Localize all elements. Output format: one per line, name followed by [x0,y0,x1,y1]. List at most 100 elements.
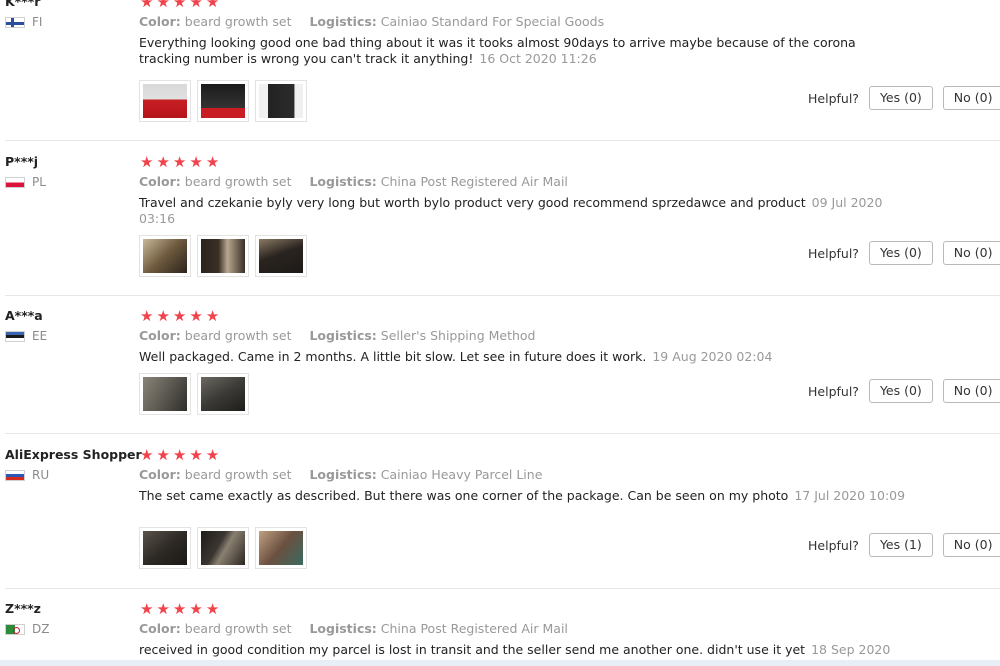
order-meta: Color: beard growth set Logistics: China… [139,621,568,636]
photo-image [201,84,245,118]
logistics-label: Logistics: [309,14,377,29]
star-icon: ★ [156,446,170,464]
review-photo-thumbnail[interactable] [197,235,249,277]
helpful-label: Helpful? [808,383,859,399]
review-photo-thumbnail[interactable] [255,235,307,277]
order-meta: Color: beard growth set Logistics: Caini… [139,467,542,482]
review-text: Well packaged. Came in 2 months. A littl… [139,349,647,364]
star-icon: ★ [156,307,170,325]
logistics-label: Logistics: [309,621,377,636]
reviewer-country: PL [5,175,46,189]
star-icon: ★ [189,307,203,325]
review-item: A***a EE ★ ★ ★ ★ ★ Color: beard growth s… [0,308,1000,434]
star-icon: ★ [205,446,220,464]
color-label: Color: [139,14,181,29]
star-icon: ★ [156,153,170,171]
helpful-section: Helpful? Yes (0) No (0) [808,241,1000,265]
review-photos [139,80,307,122]
star-icon: ★ [189,446,203,464]
star-icon: ★ [140,446,154,464]
color-value: beard growth set [184,328,292,343]
review-photos [139,527,307,569]
review-text: received in good condition my parcel is … [139,642,806,657]
helpful-yes-button[interactable]: Yes (0) [868,86,933,110]
review-photos [139,235,307,277]
photo-image [259,239,303,273]
helpful-no-button[interactable]: No (0) [942,241,1000,265]
review-photo-thumbnail[interactable] [197,80,249,122]
review-photo-thumbnail[interactable] [197,527,249,569]
star-icon: ★ [172,153,187,171]
flag-russia-icon [5,469,25,481]
star-rating: ★ ★ ★ ★ ★ [140,154,219,170]
helpful-yes-button[interactable]: Yes (1) [868,533,933,557]
helpful-no-button[interactable]: No (0) [942,533,1000,557]
logistics-value: Cainiao Heavy Parcel Line [380,467,543,482]
star-icon: ★ [140,600,154,618]
helpful-yes-button[interactable]: Yes (0) [868,241,933,265]
star-rating: ★ ★ ★ ★ ★ [140,0,219,10]
flag-poland-icon [5,176,25,188]
review-divider [5,433,1000,434]
reviewer-country: FI [5,15,42,29]
color-value: beard growth set [184,14,292,29]
review-text: The set came exactly as described. But t… [139,488,789,503]
flag-finland-icon [5,16,25,28]
photo-image [143,84,187,118]
logistics-value: Seller's Shipping Method [380,328,536,343]
review-photo-thumbnail[interactable] [139,373,191,415]
star-icon: ★ [205,307,220,325]
helpful-no-button[interactable]: No (0) [942,379,1000,403]
helpful-section: Helpful? Yes (1) No (0) [808,533,1000,557]
review-photo-thumbnail[interactable] [197,373,249,415]
star-icon: ★ [172,0,187,11]
review-photo-thumbnail[interactable] [139,80,191,122]
color-label: Color: [139,467,181,482]
order-meta: Color: beard growth set Logistics: China… [139,174,568,189]
flag-estonia-icon [5,330,25,342]
review-divider [5,588,1000,589]
color-value: beard growth set [184,467,292,482]
reviewer-name: P***j [5,154,39,169]
star-icon: ★ [172,307,187,325]
star-icon: ★ [156,0,170,11]
helpful-label: Helpful? [808,245,859,261]
reviewer-country: RU [5,468,49,482]
star-icon: ★ [172,446,187,464]
review-photo-thumbnail[interactable] [255,527,307,569]
reviewer-name: AliExpress Shopper [5,447,142,462]
review-content: received in good condition my parcel is … [139,642,909,658]
country-code: RU [32,468,50,482]
helpful-no-button[interactable]: No (0) [942,86,1000,110]
star-rating: ★ ★ ★ ★ ★ [140,308,219,324]
review-photo-thumbnail[interactable] [139,235,191,277]
review-content: The set came exactly as described. But t… [139,488,909,504]
star-rating: ★ ★ ★ ★ ★ [140,447,219,463]
star-icon: ★ [205,0,220,11]
review-item: Z***z DZ ★ ★ ★ ★ ★ Color: beard growth s… [0,601,1000,666]
logistics-value: Cainiao Standard For Special Goods [380,14,605,29]
logistics-value: China Post Registered Air Mail [380,621,568,636]
country-code: PL [32,175,46,189]
star-icon: ★ [172,600,187,618]
photo-image [143,377,187,411]
logistics-label: Logistics: [309,328,377,343]
country-code: EE [32,329,48,343]
review-photo-thumbnail[interactable] [255,80,307,122]
order-meta: Color: beard growth set Logistics: Selle… [139,328,536,343]
review-date: 19 Aug 2020 02:04 [652,349,773,364]
photo-image [143,531,187,565]
reviewer-country: DZ [5,622,49,636]
helpful-yes-button[interactable]: Yes (0) [868,379,933,403]
star-icon: ★ [156,600,170,618]
review-divider [5,295,1000,296]
star-icon: ★ [189,0,203,11]
photo-image [143,239,187,273]
reviewer-name: Z***z [5,601,41,616]
review-date: 18 Sep 2020 [811,642,891,657]
photo-image [259,531,303,565]
helpful-section: Helpful? Yes (0) No (0) [808,86,1000,110]
helpful-section: Helpful? Yes (0) No (0) [808,379,1000,403]
color-label: Color: [139,328,181,343]
review-photo-thumbnail[interactable] [139,527,191,569]
